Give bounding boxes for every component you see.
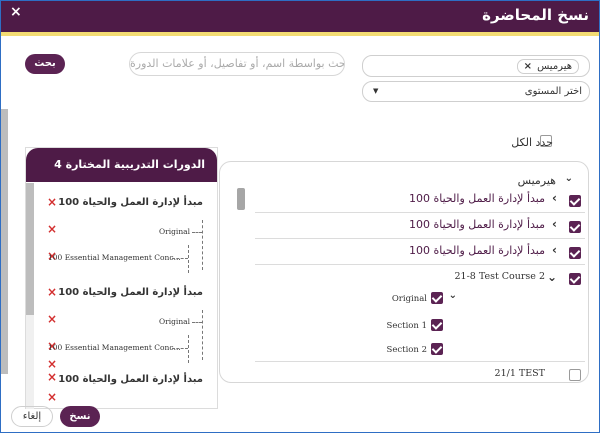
selected-course-title: 100 مبدأ لإدارة العمل والحياة: [58, 197, 203, 208]
row-checkbox[interactable]: [569, 195, 581, 207]
selected-section-label: Original: [159, 227, 191, 236]
tree-connector: [202, 310, 203, 360]
child-label: Original: [391, 294, 427, 304]
row-checkbox[interactable]: [569, 273, 581, 285]
tree-row[interactable]: 21/1 TEST: [255, 364, 585, 382]
chevron-down-icon[interactable]: ⌄: [449, 290, 457, 301]
row-checkbox[interactable]: [569, 369, 581, 381]
chevron-down-icon[interactable]: ⌄: [547, 270, 557, 284]
dropdown-caret-icon: ▼: [373, 87, 379, 95]
remove-section-icon[interactable]: ×: [47, 390, 57, 404]
panel-scrollbar-thumb[interactable]: [26, 183, 34, 315]
chevron-left-icon[interactable]: ‹: [552, 243, 557, 257]
tree-connector: [188, 335, 189, 363]
tree-row[interactable]: ‹ 100 مبدأ لإدارة العمل والحياة: [255, 188, 585, 213]
tree-connector: [202, 220, 203, 270]
tree-connector: [192, 322, 202, 323]
selected-section-label: Original: [159, 317, 191, 326]
row-checkbox[interactable]: [569, 247, 581, 259]
child-label: Section 2: [386, 345, 427, 355]
remove-tag-icon[interactable]: ×: [524, 61, 532, 72]
search-input[interactable]: ابحث بواسطة اسم، أو تفاصيل، أو علامات ال…: [129, 52, 345, 76]
tree-row-label: 21/1 TEST: [494, 368, 545, 379]
copy-lecture-dialog: × نسخ المحاضرة بحث ابحث بواسطة اسم، أو ت…: [0, 0, 600, 433]
search-button[interactable]: بحث: [25, 54, 65, 74]
chevron-left-icon[interactable]: ‹: [552, 191, 557, 205]
page-scrollbar[interactable]: [1, 109, 8, 374]
chevron-left-icon[interactable]: ‹: [552, 217, 557, 231]
panel-scrollbar[interactable]: [26, 183, 34, 409]
tree-row-label: 100 مبدأ لإدارة العمل والحياة: [409, 244, 545, 257]
chevron-down-icon[interactable]: ⌄: [565, 173, 573, 184]
tree-row[interactable]: ‹ 100 مبدأ لإدارة العمل والحياة: [255, 240, 585, 265]
tree-connector: [172, 348, 188, 349]
tree-row-label: 21-8 Test Course 2: [454, 271, 545, 282]
institution-filter-field[interactable]: × هيرميس: [362, 55, 590, 77]
tree-root-label: هيرميس: [517, 174, 556, 187]
tree-scrollbar[interactable]: [237, 188, 245, 210]
cancel-button[interactable]: إلغاء: [11, 406, 53, 427]
selected-courses-panel: 4 الدورات التدريبية المختارة × 100 مبدأ …: [25, 147, 218, 409]
selected-course-title: 100 مبدأ لإدارة العمل والحياة: [58, 374, 203, 385]
remove-section-icon[interactable]: ×: [47, 312, 57, 326]
tree-row-label: 100 مبدأ لإدارة العمل والحياة: [409, 218, 545, 231]
child-checkbox[interactable]: [431, 292, 443, 304]
tree-connector: [192, 232, 202, 233]
close-icon[interactable]: ×: [10, 4, 22, 20]
institution-tag-label: هيرميس: [537, 61, 572, 72]
selected-section-label: 100 Essential Management Conc...: [48, 343, 181, 352]
dialog-header: × نسخ المحاضرة: [1, 1, 599, 32]
tree-row[interactable]: ‹ 100 مبدأ لإدارة العمل والحياة: [255, 214, 585, 239]
header-accent-line: [1, 32, 599, 36]
selected-courses-title: 4 الدورات التدريبية المختارة: [26, 148, 217, 182]
tree-connector: [188, 245, 189, 273]
remove-course-icon[interactable]: ×: [47, 370, 57, 384]
remove-course-icon[interactable]: ×: [47, 195, 57, 209]
remove-course-icon[interactable]: ×: [47, 285, 57, 299]
child-checkbox[interactable]: [431, 343, 443, 355]
tree-connector: [172, 258, 188, 259]
course-tree: ⌄ هيرميس ‹ 100 مبدأ لإدارة العمل والحياة…: [219, 161, 589, 383]
tree-row-expanded[interactable]: ⌄ 21-8 Test Course 2 Original ⌄ Section …: [255, 266, 585, 362]
remove-section-icon[interactable]: ×: [47, 357, 57, 371]
level-select-value: اختر المستوى: [524, 86, 582, 97]
selected-section-label: 100 Essential Management Conc...: [48, 253, 181, 262]
level-select[interactable]: ▼ اختر المستوى: [362, 81, 590, 102]
tree-row-label: 100 مبدأ لإدارة العمل والحياة: [409, 192, 545, 205]
row-checkbox[interactable]: [569, 221, 581, 233]
copy-button[interactable]: نسخ: [60, 406, 100, 427]
remove-section-icon[interactable]: ×: [47, 222, 57, 236]
child-checkbox[interactable]: [431, 319, 443, 331]
child-label: Section 1: [386, 321, 427, 331]
institution-tag: × هيرميس: [516, 59, 579, 74]
select-all-label: حدد الكل: [511, 136, 553, 149]
dialog-title: نسخ المحاضرة: [482, 6, 589, 24]
selected-course-title: 100 مبدأ لإدارة العمل والحياة: [58, 287, 203, 298]
